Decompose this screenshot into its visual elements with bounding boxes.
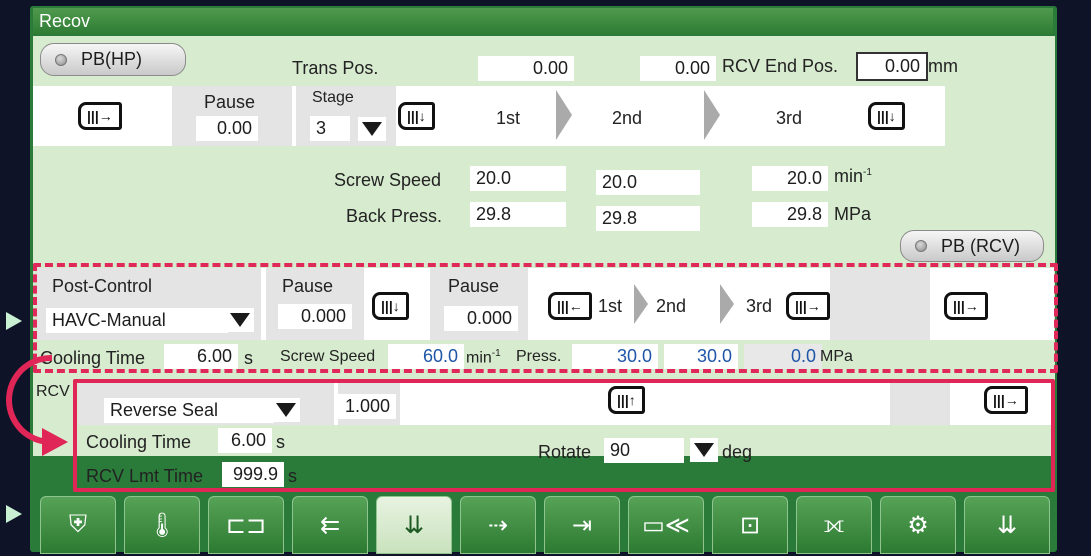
stage-select[interactable]: 3 [310,116,350,141]
recovery-screw-icon: |||↓ [398,102,435,130]
tab-core[interactable]: ⇥ [544,496,620,554]
back-press-1st-field[interactable]: 29.8 [470,202,566,227]
page-title: Recov [33,8,1053,34]
screw-speed-1st-field[interactable]: 20.0 [470,166,566,191]
tab-mold-open-close[interactable]: ⊏⊐ [208,496,284,554]
core-icon: ⇥ [571,511,593,539]
pointer-arrow-icon [6,312,22,330]
robot-icon: ⊡ [739,511,761,539]
tab-mold[interactable]: ⛨ [40,496,116,554]
mold-icon: ⛨ [69,511,87,538]
callout-arrowhead-icon [42,428,68,456]
rcv-end-pos-label: RCV End Pos. [722,56,839,76]
recovery-flow-band [33,86,945,146]
indicator-led-icon [55,53,67,66]
pb-rcv-button[interactable]: PB (RCV) [900,230,1044,262]
tab-ejector[interactable]: ⇢ [460,496,536,554]
valve-gate-icon: ⟗ [823,511,845,538]
injection-forward-icon: |||→ [78,102,122,130]
trans-pos-field[interactable]: 0.00 [478,56,574,81]
pause-field[interactable]: 0.00 [196,116,258,141]
injection-icon: ⇇ [319,511,341,539]
tab-recovery[interactable]: ⇊ [376,496,452,554]
screw-speed-unit: min-1 [834,166,872,186]
recovery-icon: ⇊ [403,511,425,539]
indicator-led-icon [915,240,927,252]
back-press-label: Back Press. [346,206,443,226]
tab-temperature[interactable]: 🌡 [124,496,200,554]
thermometer-icon: 🌡 [146,511,178,539]
screw-speed-3rd-field[interactable]: 20.0 [752,166,828,191]
step-2nd-label: 2nd [612,108,643,128]
post-control-highlight [33,263,1058,373]
tab-screw[interactable]: ⇊ [964,496,1050,554]
pb-hp-label: PB(HP) [81,49,143,69]
tab-robot[interactable]: ⊡ [712,496,788,554]
flow-chevron-icon [704,90,720,140]
tab-injection[interactable]: ⇇ [292,496,368,554]
settings-gear-icon: ⚙ [907,511,929,539]
rcv-highlight [73,379,1055,492]
pb-hp-button[interactable]: PB(HP) [40,43,186,76]
back-press-unit: MPa [834,204,872,224]
back-press-2nd-field[interactable]: 29.8 [596,206,700,231]
screw-speed-label: Screw Speed [334,170,442,190]
back-press-3rd-field[interactable]: 29.8 [752,202,828,227]
step-3rd-label: 3rd [776,108,803,128]
rcv-end-pos-unit: mm [928,56,958,76]
trans-pos-field-2[interactable]: 0.00 [640,56,716,81]
recovery-end-icon: |||↓ [868,102,905,130]
screw-icon: ⇊ [996,511,1018,539]
pb-rcv-label: PB (RCV) [941,235,1021,256]
screw-speed-2nd-field[interactable]: 20.0 [596,170,700,195]
tab-valve-gate[interactable]: ⟗ [796,496,872,554]
nozzle-icon: ▭≪ [642,511,690,539]
ejector-icon: ⇢ [487,511,509,539]
rcv-end-pos-field[interactable]: 0.00 [856,52,928,81]
mold-open-icon: ⊏⊐ [225,511,267,539]
trans-pos-label: Trans Pos. [292,58,379,78]
tab-nozzle[interactable]: ▭≪ [628,496,704,554]
flow-chevron-icon [556,90,572,140]
stage-label: Stage [312,89,354,106]
pause-label: Pause [204,92,256,112]
pointer-arrow-icon [6,505,22,523]
tab-settings[interactable]: ⚙ [880,496,956,554]
step-1st-label: 1st [496,108,521,128]
stage-dropdown-icon[interactable] [358,117,386,141]
